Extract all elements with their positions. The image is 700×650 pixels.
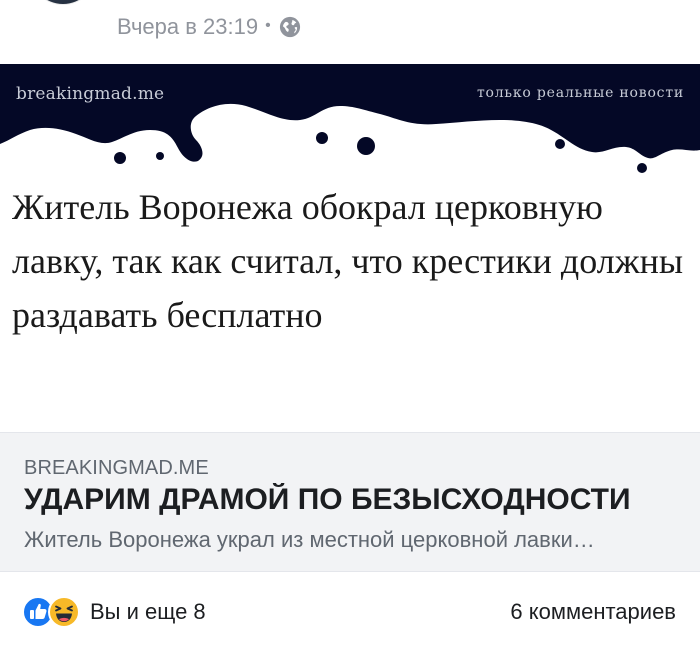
haha-icon [48,596,80,628]
image-headline: Житель Воронежа обокрал церковную лавку,… [12,187,684,335]
ink-droplet [555,139,565,149]
link-domain: BREAKINGMAD.ME [24,457,209,479]
ink-droplet [156,152,164,160]
ink-droplet [316,132,328,144]
site-tagline: только реальные новости [476,85,684,101]
site-wordmark: breakingmad.me [16,84,165,104]
post-header: Вчера в 23:19 • [0,0,700,64]
ink-drip-shape [0,64,700,162]
avatar[interactable] [30,0,96,4]
link-description-text: Житель Воронежа украл из местной церковн… [24,527,573,552]
link-title[interactable]: УДАРИМ ДРАМОЙ ПО БЕЗЫСХОДНОСТИ [24,483,676,517]
post-meta: Вчера в 23:19 • [117,12,301,42]
link-info[interactable]: BREAKINGMAD.ME УДАРИМ ДРАМОЙ ПО БЕЗЫСХОД… [0,432,700,572]
ink-drip-band [0,64,700,173]
reactions-summary[interactable]: Вы и еще 8 [22,596,206,628]
comments-count[interactable]: 6 комментариев [510,596,676,628]
ink-droplet [357,137,375,155]
post-footer: Вы и еще 8 6 комментариев [0,572,700,650]
post-timestamp[interactable]: Вчера в 23:19 [117,14,258,40]
reactions-text[interactable]: Вы и еще 8 [90,599,206,625]
meta-separator: • [265,17,271,34]
ink-droplet [637,163,647,173]
link-preview-image[interactable]: breakingmad.me только реальные новости Ж… [0,64,700,432]
link-description: Житель Воронежа украл из местной церковн… [24,527,595,552]
ink-droplet [114,152,126,164]
globe-icon[interactable] [279,16,301,38]
